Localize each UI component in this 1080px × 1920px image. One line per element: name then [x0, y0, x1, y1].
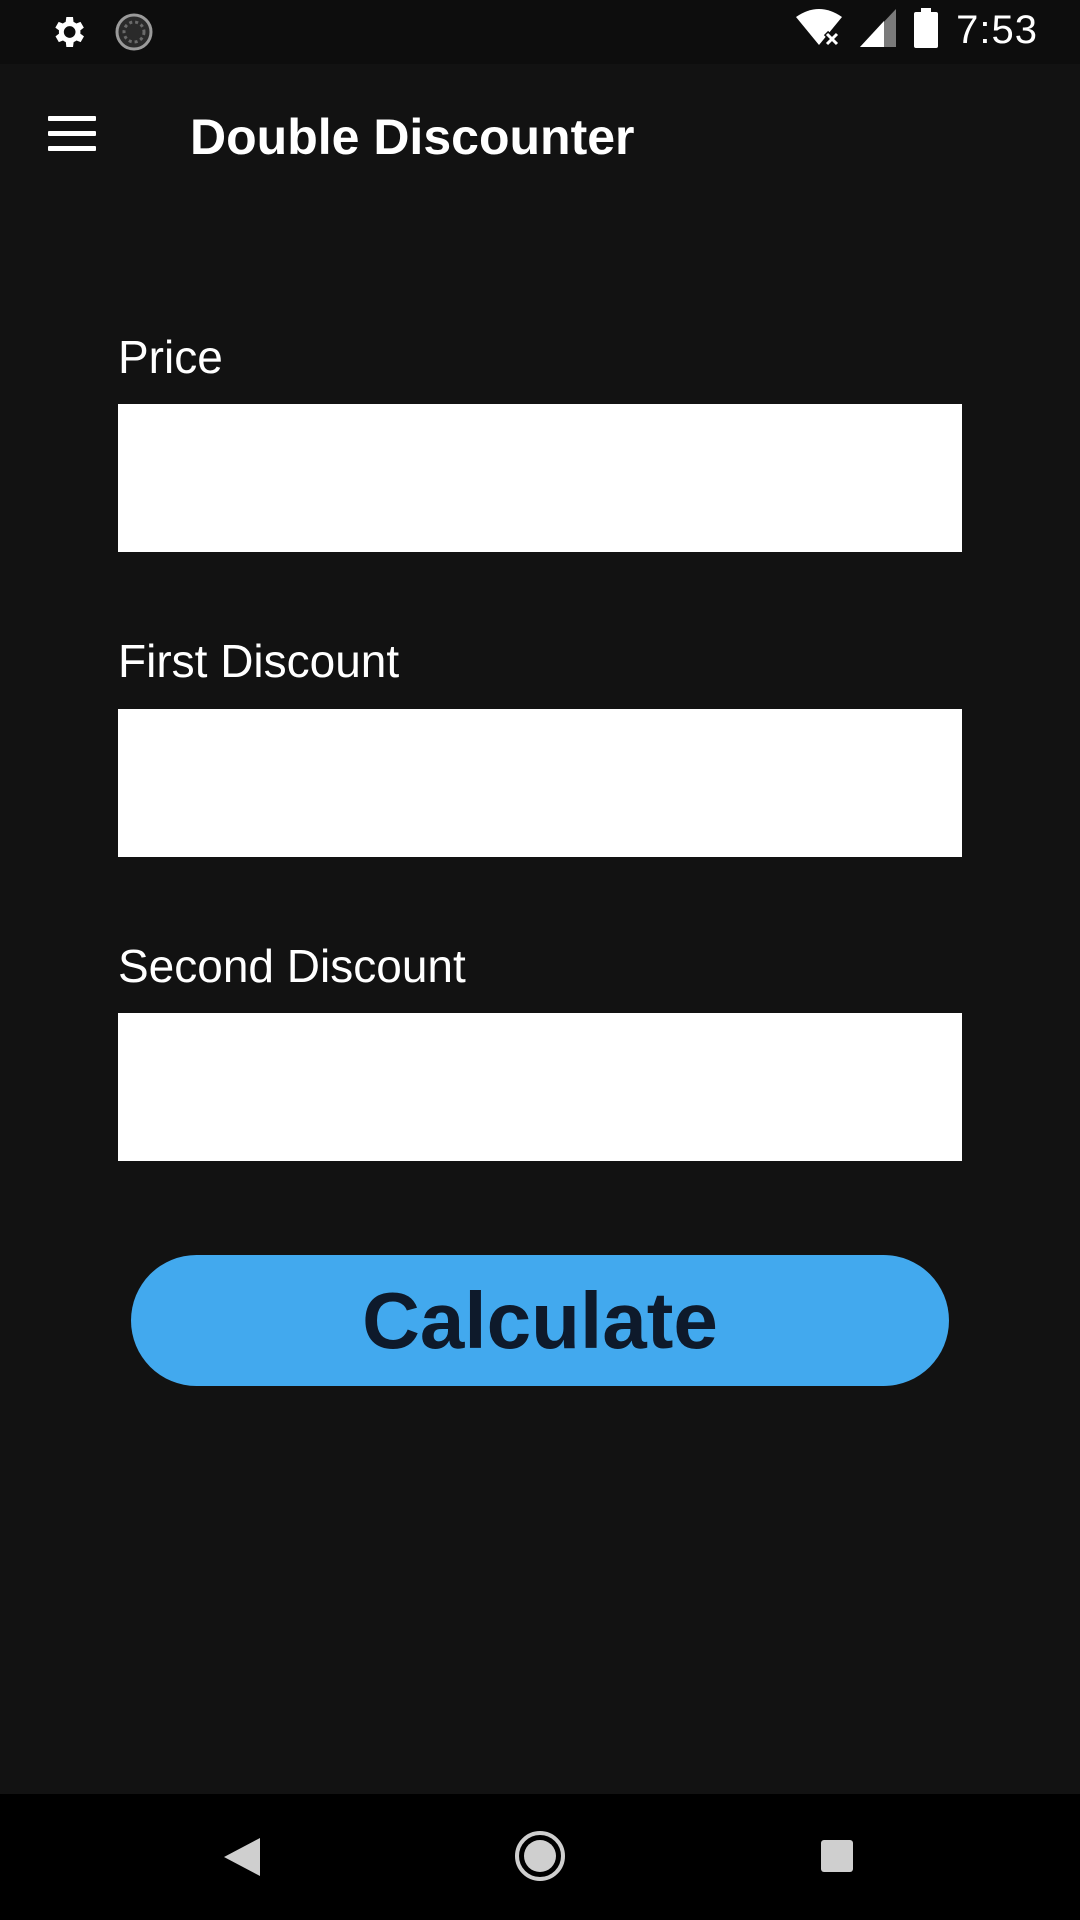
app-title: Double Discounter	[190, 109, 635, 165]
app-bar: Double Discounter	[0, 64, 1080, 212]
second-discount-label: Second Discount	[118, 940, 466, 992]
status-bar-left	[48, 12, 154, 57]
hamburger-menu-icon[interactable]	[48, 116, 96, 156]
price-input[interactable]	[118, 404, 962, 552]
wifi-icon	[796, 9, 843, 52]
home-icon[interactable]	[514, 1830, 566, 1882]
battery-icon	[914, 8, 939, 53]
system-nav-bar	[0, 1794, 1080, 1920]
sync-icon	[114, 12, 154, 57]
settings-icon	[48, 12, 88, 57]
price-label: Price	[118, 331, 223, 383]
clock: 7:53	[956, 8, 1038, 52]
back-icon[interactable]	[222, 1836, 262, 1878]
status-bar: 7:53	[0, 0, 1080, 64]
first-discount-input[interactable]	[118, 709, 962, 857]
status-bar-right: 7:53	[796, 8, 1038, 53]
calculate-button[interactable]: Calculate	[131, 1255, 949, 1386]
recent-apps-icon[interactable]	[820, 1839, 854, 1873]
signal-icon	[860, 9, 897, 52]
first-discount-label: First Discount	[118, 635, 400, 687]
second-discount-input[interactable]	[118, 1013, 962, 1161]
